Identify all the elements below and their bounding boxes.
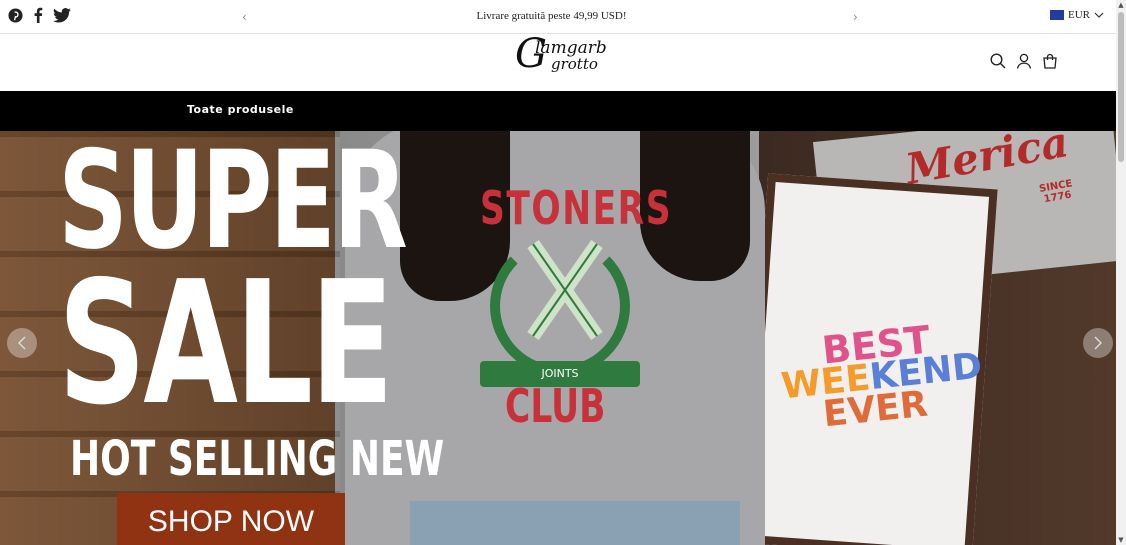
slideshow-prev-button[interactable]	[7, 328, 37, 358]
shirt-text-stoners: STONERS	[480, 181, 673, 235]
eu-flag-icon	[1050, 10, 1064, 20]
currency-selector[interactable]: EUR	[1050, 9, 1104, 21]
chevron-down-icon	[1094, 12, 1104, 18]
currency-label: EUR	[1068, 9, 1090, 21]
account-icon[interactable]	[1016, 53, 1034, 71]
shop-now-button[interactable]: SHOP NOW	[117, 493, 345, 545]
model-jeans	[410, 501, 740, 545]
scroll-down-arrow-icon[interactable]: ▼	[1117, 536, 1125, 544]
announcement-next-button[interactable]: ›	[853, 10, 858, 24]
cart-icon[interactable]	[1042, 53, 1060, 71]
page-scrollbar[interactable]: ▲ ▼	[1116, 0, 1126, 545]
scroll-up-arrow-icon[interactable]: ▲	[1117, 1, 1125, 9]
slideshow-next-button[interactable]	[1083, 328, 1113, 358]
announcement-bar: ‹ Livrare gratuită peste 49,99 USD! › EU…	[0, 0, 1116, 34]
chevron-right-icon	[1094, 336, 1102, 350]
logo-line-2: grotto	[551, 55, 598, 73]
announcement-text: Livrare gratuită peste 49,99 USD!	[476, 10, 627, 22]
site-header: G lamgarb grotto	[0, 34, 1116, 91]
hero-subheading: HOT SELLING NEW	[70, 431, 445, 487]
hero-heading-sale: SALE	[58, 245, 394, 443]
header-icons	[990, 53, 1060, 71]
scrollbar-thumb[interactable]	[1118, 12, 1124, 162]
main-nav: Toate produsele	[0, 91, 1116, 131]
search-icon[interactable]	[990, 53, 1008, 71]
site-logo[interactable]: G lamgarb grotto	[515, 34, 607, 86]
crossed-joints-graphic	[527, 240, 603, 340]
chevron-left-icon	[18, 336, 26, 350]
nav-item-all-products[interactable]: Toate produsele	[187, 103, 294, 116]
hero-slideshow: Merica SINCE 1776 BEST WEEKEND EVER STON…	[0, 131, 1116, 545]
shirt-text-club: CLUB	[505, 379, 606, 433]
